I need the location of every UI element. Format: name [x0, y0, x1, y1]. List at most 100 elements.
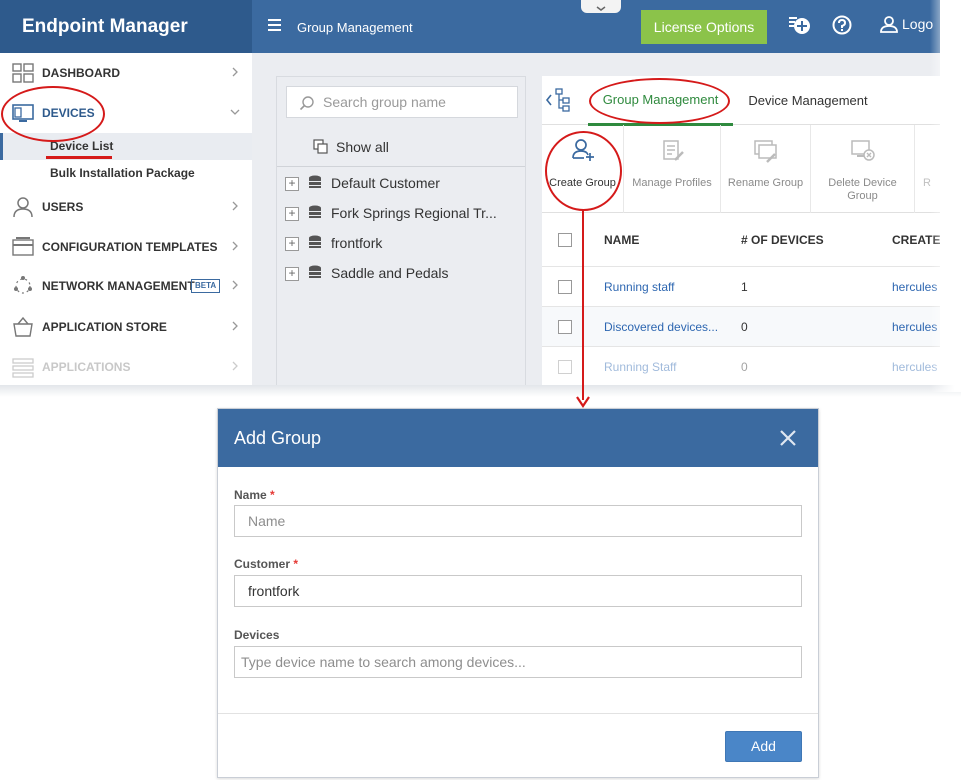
- delete-device-group-button[interactable]: Delete Device Group: [811, 125, 915, 213]
- customer-label-text: Customer: [234, 557, 291, 571]
- column-devices[interactable]: # OF DEVICES: [741, 213, 824, 267]
- chevron-right-icon: [232, 361, 238, 371]
- sidebar-subitem-bulk-installation[interactable]: Bulk Installation Package: [0, 160, 252, 187]
- group-name-link[interactable]: Running staff: [604, 267, 675, 307]
- tree-item-customer[interactable]: + Saddle and Pedals: [277, 258, 525, 288]
- toolbar-label: Rename Group: [727, 177, 804, 189]
- name-label-text: Name: [234, 488, 267, 502]
- sidebar-item-label: APPLICATIONS: [42, 360, 131, 374]
- logout-link[interactable]: Logo: [902, 16, 933, 32]
- collapse-tree-icon[interactable]: [544, 88, 574, 112]
- add-button[interactable]: Add: [725, 731, 802, 762]
- screenshot-right-fade: [930, 0, 961, 392]
- expand-plus-icon[interactable]: +: [285, 267, 299, 281]
- customer-field-label: Customer *: [234, 557, 298, 571]
- add-device-icon[interactable]: [789, 14, 811, 36]
- sidebar-subitem-device-list[interactable]: Device List: [0, 133, 252, 160]
- name-field-label: Name *: [234, 488, 275, 502]
- help-icon[interactable]: [831, 14, 853, 36]
- manage-profiles-button[interactable]: Manage Profiles: [624, 125, 721, 213]
- tree-item-label: frontfork: [331, 235, 383, 251]
- sidebar-item-network-management[interactable]: NETWORK MANAGEMENT BETA: [0, 266, 252, 306]
- search-icon: [299, 96, 314, 111]
- add-group-dialog: Add Group Name * Customer * Devices Add: [217, 408, 819, 778]
- tree-item-label: Default Customer: [331, 175, 440, 191]
- group-name-link[interactable]: Running Staff: [604, 347, 677, 387]
- group-name-link[interactable]: Discovered devices...: [604, 307, 718, 347]
- tree-item-customer[interactable]: + frontfork: [277, 228, 525, 258]
- sidebar-item-users[interactable]: USERS: [0, 187, 252, 227]
- device-count: 0: [741, 360, 748, 374]
- top-bar: Endpoint Manager Group Management Licens…: [0, 0, 940, 53]
- table-row[interactable]: Running staff 1 hercules: [542, 267, 940, 307]
- device-count: 0: [741, 320, 748, 334]
- endpoint-manager-window: Endpoint Manager Group Management Licens…: [0, 0, 940, 392]
- devices-field-label: Devices: [234, 628, 280, 642]
- show-all-button[interactable]: Show all: [277, 127, 525, 167]
- database-icon: [309, 235, 321, 248]
- chevron-right-icon: [232, 280, 238, 290]
- table-row[interactable]: Discovered devices... 0 hercules: [542, 307, 940, 347]
- tree-item-label: Saddle and Pedals: [331, 265, 449, 281]
- dialog-footer: Add: [218, 713, 818, 777]
- group-search-input[interactable]: [323, 87, 513, 117]
- expand-plus-icon[interactable]: +: [285, 177, 299, 191]
- sidebar-item-label: DASHBOARD: [42, 66, 120, 80]
- toolbar-label: Manage Profiles: [632, 177, 712, 189]
- templates-icon: [12, 237, 34, 256]
- arrow-down-icon: [576, 396, 590, 408]
- license-options-button[interactable]: License Options: [641, 10, 767, 44]
- row-checkbox[interactable]: [558, 360, 572, 374]
- annotation-arrow-line: [582, 210, 584, 400]
- rename-group-button[interactable]: Rename Group: [721, 125, 811, 213]
- user-account-icon[interactable]: [880, 15, 898, 33]
- close-icon[interactable]: [778, 428, 798, 448]
- device-count: 1: [741, 280, 748, 294]
- devices-search-field[interactable]: [234, 646, 802, 678]
- tree-item-customer[interactable]: + Fork Springs Regional Tr...: [277, 198, 525, 228]
- column-name[interactable]: NAME: [604, 213, 639, 267]
- beta-badge: BETA: [191, 279, 221, 293]
- expand-plus-icon[interactable]: +: [285, 237, 299, 251]
- group-management-panel: Group Management Device Management Creat…: [542, 76, 940, 392]
- group-tree-panel: Show all + Default Customer + Fork Sprin…: [276, 76, 526, 392]
- show-all-icon: [313, 139, 328, 154]
- sidebar-item-configuration-templates[interactable]: CONFIGURATION TEMPLATES: [0, 227, 252, 267]
- chevron-right-icon: [232, 201, 238, 211]
- database-icon: [309, 175, 321, 188]
- database-icon: [309, 205, 321, 218]
- name-field[interactable]: [234, 505, 802, 537]
- show-all-label: Show all: [336, 139, 389, 155]
- user-icon: [13, 197, 33, 218]
- select-all-checkbox[interactable]: [558, 233, 572, 247]
- toolbar-label: Create Group: [549, 177, 616, 189]
- screenshot-fade: [0, 385, 961, 397]
- row-checkbox[interactable]: [558, 280, 572, 294]
- manage-profiles-icon: [663, 140, 684, 161]
- applications-icon: [12, 358, 34, 378]
- collapse-header-tab[interactable]: [581, 0, 621, 13]
- sidebar-item-devices[interactable]: DEVICES: [0, 93, 252, 133]
- rename-group-icon: [754, 140, 777, 163]
- tab-device-management[interactable]: Device Management: [738, 76, 878, 125]
- table-row[interactable]: Running Staff 0 hercules: [542, 347, 940, 387]
- chevron-right-icon: [232, 241, 238, 251]
- tree-item-label: Fork Springs Regional Tr...: [331, 205, 497, 221]
- sidebar-item-label: DEVICES: [42, 106, 95, 120]
- create-group-button[interactable]: Create Group: [542, 125, 624, 213]
- store-basket-icon: [13, 316, 33, 337]
- customer-field[interactable]: [234, 575, 802, 607]
- tree-item-customer[interactable]: + Default Customer: [277, 168, 525, 198]
- row-checkbox[interactable]: [558, 320, 572, 334]
- expand-plus-icon[interactable]: +: [285, 207, 299, 221]
- tab-group-management[interactable]: Group Management: [588, 76, 733, 126]
- required-mark: *: [293, 557, 299, 571]
- required-mark: *: [270, 488, 275, 502]
- sidebar-item-dashboard[interactable]: DASHBOARD: [0, 53, 252, 93]
- toolbar-label: Delete Device Group: [828, 177, 897, 202]
- hamburger-menu-icon[interactable]: [268, 19, 281, 31]
- group-search-box: [286, 86, 518, 118]
- dialog-header: Add Group: [218, 409, 818, 467]
- sidebar-item-applications[interactable]: APPLICATIONS: [0, 347, 252, 387]
- sidebar-item-application-store[interactable]: APPLICATION STORE: [0, 307, 252, 347]
